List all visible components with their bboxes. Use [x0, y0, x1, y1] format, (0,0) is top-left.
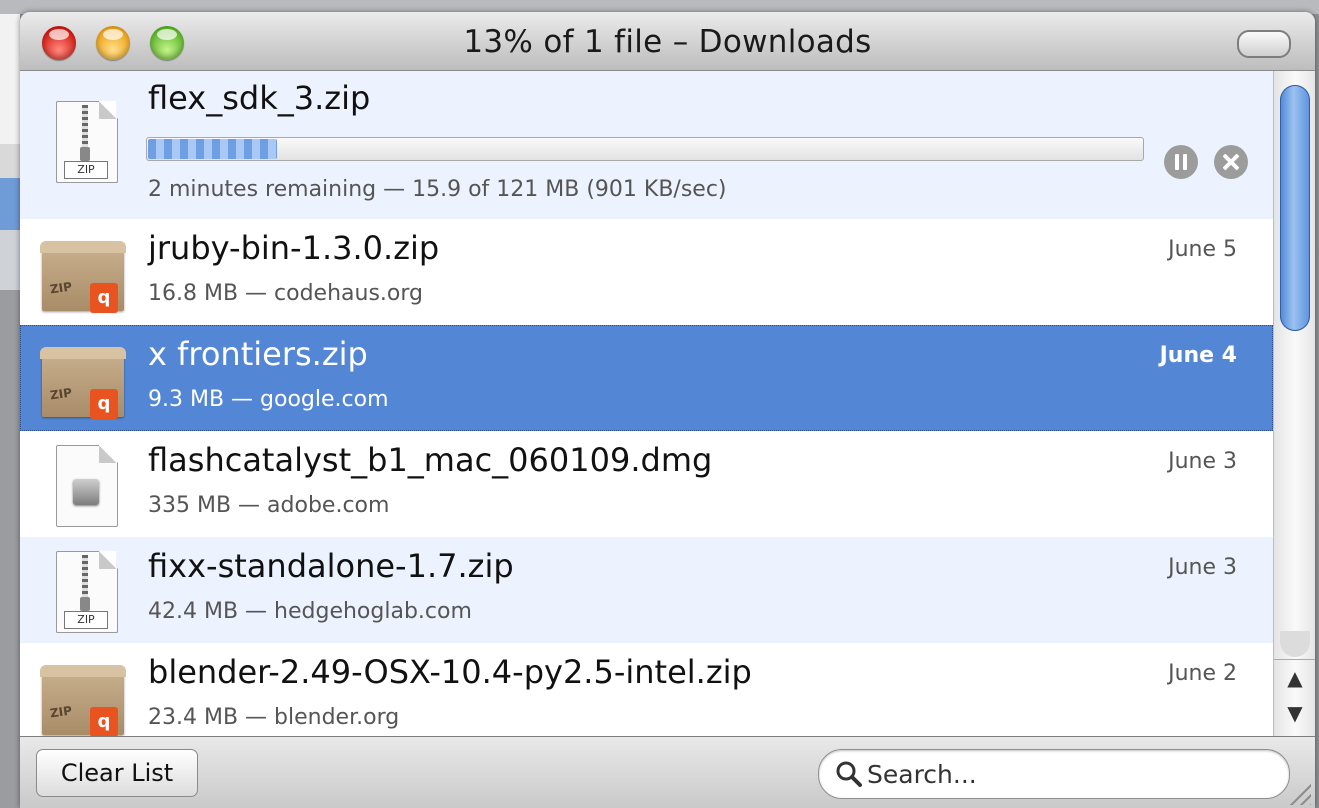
download-date: June 2 — [1168, 661, 1237, 686]
zip-label: ZIP — [64, 161, 108, 179]
pause-download-button[interactable] — [1164, 145, 1198, 179]
file-meta: 335 MB — adobe.com — [148, 493, 390, 518]
scroll-up-arrow-icon[interactable]: ▲ — [1274, 659, 1315, 696]
archive-box-icon: ZIP q — [40, 657, 126, 736]
file-name: flex_sdk_3.zip — [148, 79, 371, 117]
downloads-list[interactable]: ZIP flex_sdk_3.zip 2 minutes remaining —… — [20, 71, 1273, 736]
file-meta: 42.4 MB — hedgehoglab.com — [148, 599, 472, 624]
file-meta: 23.4 MB — blender.org — [148, 705, 400, 730]
scrollbar-track-end — [1280, 631, 1310, 657]
scrollbar-thumb[interactable] — [1280, 85, 1310, 331]
background-window-fragment — [0, 290, 20, 808]
file-name: blender-2.49-OSX-10.4-py2.5-intel.zip — [148, 653, 752, 691]
file-name: x frontiers.zip — [148, 335, 368, 373]
download-date: June 4 — [1159, 343, 1237, 368]
archive-box-icon: ZIP q — [40, 233, 126, 313]
background-window-fragment — [0, 144, 20, 178]
vertical-scrollbar[interactable]: ▲ ▼ — [1273, 71, 1315, 736]
clear-list-button[interactable]: Clear List — [36, 749, 198, 797]
background-window-fragment — [0, 14, 20, 144]
file-name: flashcatalyst_b1_mac_060109.dmg — [148, 441, 713, 479]
downloads-window: 13% of 1 file – Downloads ZIP flex_sdk_3… — [20, 12, 1315, 808]
file-meta: 16.8 MB — codehaus.org — [148, 281, 423, 306]
file-name: jruby-bin-1.3.0.zip — [148, 229, 440, 267]
download-date: June 5 — [1168, 237, 1237, 262]
download-date: June 3 — [1168, 449, 1237, 474]
window-title: 13% of 1 file – Downloads — [463, 24, 872, 60]
disk-image-icon — [42, 445, 124, 527]
zip-file-icon: ZIP — [42, 101, 124, 183]
zip-label: ZIP — [64, 611, 108, 629]
download-row[interactable]: ZIP q jruby-bin-1.3.0.zip 16.8 MB — codeh… — [20, 219, 1273, 325]
zip-file-icon: ZIP — [42, 551, 124, 633]
download-date: June 3 — [1168, 555, 1237, 580]
download-row[interactable]: ZIP q blender-2.49-OSX-10.4-py2.5-intel.z… — [20, 643, 1273, 736]
download-row[interactable]: flashcatalyst_b1_mac_060109.dmg 335 MB —… — [20, 431, 1273, 537]
background-window-fragment — [0, 178, 20, 230]
bottom-bar: Clear List — [20, 736, 1315, 808]
download-row-selected[interactable]: ZIP q x frontiers.zip 9.3 MB — google.com… — [20, 325, 1273, 431]
toolbar-toggle-button[interactable] — [1237, 30, 1291, 58]
search-field[interactable] — [818, 749, 1290, 799]
download-row[interactable]: ZIP flex_sdk_3.zip 2 minutes remaining —… — [20, 71, 1273, 219]
file-name: fixx-standalone-1.7.zip — [148, 547, 514, 585]
search-input[interactable] — [867, 758, 1267, 790]
background-window-fragment — [0, 230, 20, 290]
title-bar[interactable]: 13% of 1 file – Downloads — [20, 12, 1315, 71]
resize-grip-icon[interactable] — [1287, 781, 1311, 805]
search-icon — [836, 761, 862, 787]
file-meta: 9.3 MB — google.com — [148, 387, 389, 412]
archive-box-icon: ZIP q — [40, 339, 126, 419]
download-progress-bar — [146, 137, 1144, 161]
download-row[interactable]: ZIP fixx-standalone-1.7.zip 42.4 MB — he… — [20, 537, 1273, 643]
download-progress-fill — [148, 139, 277, 159]
cancel-download-button[interactable] — [1214, 145, 1248, 179]
download-status: 2 minutes remaining — 15.9 of 121 MB (90… — [148, 177, 727, 202]
scroll-down-arrow-icon[interactable]: ▼ — [1274, 695, 1315, 731]
